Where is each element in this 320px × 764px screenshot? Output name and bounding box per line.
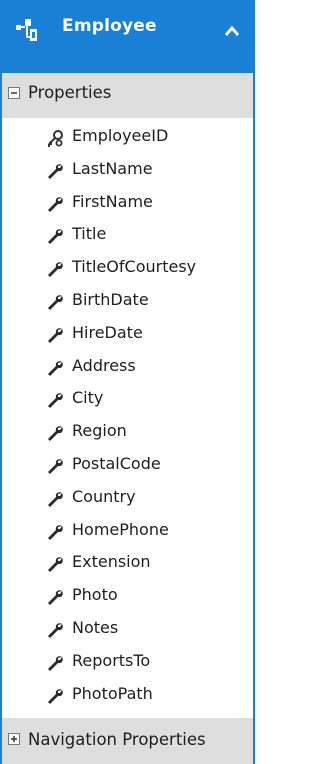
entity-header[interactable]: Employee [0,0,255,58]
wrench-icon [46,261,64,279]
property-row[interactable]: PostalCode [2,450,253,480]
property-row[interactable]: EmployeeID [2,122,253,152]
property-row[interactable]: BirthDate [2,286,253,316]
entity-body: Properties EmployeeID LastName FirstName Ti… [2,73,253,764]
property-row[interactable]: FirstName [2,188,253,218]
navigation-properties-section-label: Navigation Properties [28,730,206,749]
property-label: Title [72,224,107,244]
property-row[interactable]: Photo [2,581,253,611]
navigation-properties-section-header[interactable]: Navigation Properties [2,718,253,764]
wrench-icon [46,425,64,443]
property-row[interactable]: Address [2,352,253,382]
property-row[interactable]: Title [2,220,253,250]
entity-shape-employee[interactable]: Employee Properties EmployeeID LastName Fi… [0,0,255,764]
entity-type-icon [16,19,37,41]
property-label: TitleOfCourtesy [72,257,197,277]
wrench-icon [46,556,64,574]
property-row[interactable]: HomePhone [2,516,253,546]
property-row[interactable]: Region [2,417,253,447]
property-label: Region [72,421,127,441]
key-icon [46,130,64,148]
property-label: Extension [72,552,151,572]
property-row[interactable]: Extension [2,548,253,578]
property-row[interactable]: TitleOfCourtesy [2,253,253,283]
property-row[interactable]: PhotoPath [2,680,253,710]
property-label: LastName [72,158,153,178]
wrench-icon [46,458,64,476]
wrench-icon [46,294,64,312]
property-label: FirstName [72,191,153,211]
property-label: ReportsTo [72,650,151,670]
property-row[interactable]: HireDate [2,319,253,349]
wrench-icon [46,228,64,246]
property-label: Address [72,355,136,375]
property-row[interactable]: City [2,384,253,414]
chevron-up-icon[interactable] [224,25,240,37]
minus-icon[interactable] [8,87,20,99]
property-row[interactable]: LastName [2,155,253,185]
property-label: PostalCode [72,454,161,473]
wrench-icon [46,655,64,673]
wrench-icon [46,360,64,378]
properties-section-header[interactable]: Properties [2,73,253,118]
property-row[interactable]: Notes [2,614,253,644]
wrench-icon [46,196,64,214]
property-row[interactable]: ReportsTo [2,647,253,677]
property-label: EmployeeID [72,126,169,145]
property-label: HomePhone [72,519,169,539]
property-label: PhotoPath [72,683,153,703]
property-label: Photo [72,585,118,605]
property-label: City [72,388,104,408]
entity-title: Employee [62,16,157,36]
wrench-icon [46,524,64,542]
wrench-icon [46,622,64,640]
plus-icon[interactable] [8,733,20,745]
property-label: Notes [72,618,119,637]
wrench-icon [46,392,64,410]
property-label: HireDate [72,322,143,342]
property-label: BirthDate [72,290,149,309]
wrench-icon [46,688,64,706]
wrench-icon [46,589,64,607]
wrench-icon [46,491,64,509]
property-label: Country [72,486,136,506]
properties-section-label: Properties [28,83,112,102]
property-row[interactable]: Country [2,483,253,513]
wrench-icon [46,327,64,345]
wrench-icon [46,163,64,181]
